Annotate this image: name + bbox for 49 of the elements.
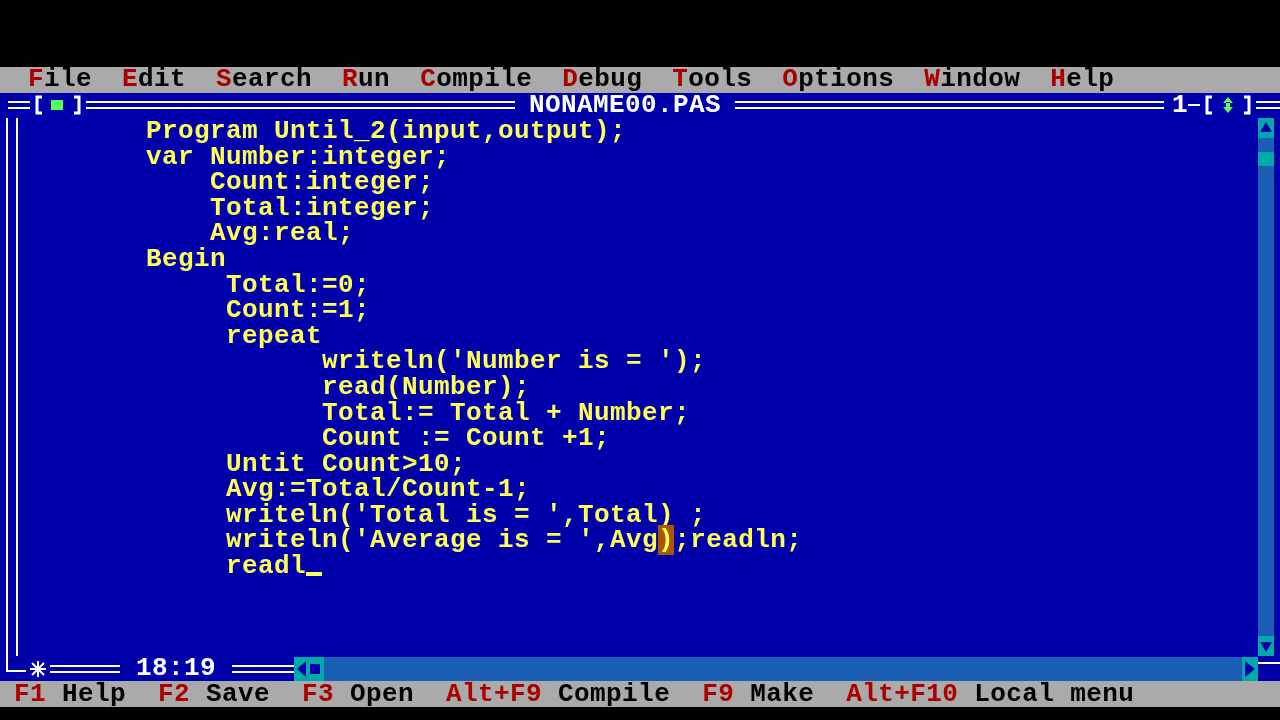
status-shortcut[interactable]: F2 Save bbox=[158, 681, 271, 707]
code-line: writeln('Total is = ',Total) ; bbox=[225, 502, 707, 527]
status-shortcut[interactable]: Alt+F9 Compile bbox=[446, 681, 671, 707]
code-line: Begin bbox=[145, 246, 227, 271]
code-line: Count:integer; bbox=[209, 170, 435, 195]
menu-item[interactable]: Search bbox=[216, 67, 313, 93]
frame-line bbox=[1188, 104, 1200, 107]
window-title: NONAME00.PAS bbox=[529, 92, 722, 118]
code-line: Program Until_2(input,output); bbox=[145, 119, 627, 143]
code-line: Avg:=Total/Count-1; bbox=[225, 477, 531, 502]
code-line: Total:integer; bbox=[209, 195, 435, 220]
status-shortcut[interactable]: F9 Make bbox=[702, 681, 815, 707]
code-line: Total:= Total + Number; bbox=[321, 400, 691, 425]
menu-item[interactable]: Tools bbox=[672, 67, 753, 93]
code-line: Count := Count +1; bbox=[321, 426, 611, 451]
code-line: Untit Count>10; bbox=[225, 451, 467, 476]
menu-item[interactable]: File bbox=[28, 67, 93, 93]
vertical-scrollbar[interactable] bbox=[1258, 118, 1274, 656]
horizontal-scrollbar[interactable] bbox=[294, 656, 1258, 681]
code-line: read(Number); bbox=[321, 374, 531, 399]
zoom-icon[interactable] bbox=[1204, 95, 1252, 116]
frame-line bbox=[8, 101, 30, 110]
cursor-position: 18:19 bbox=[135, 656, 217, 682]
menu-item[interactable]: Debug bbox=[562, 67, 643, 93]
status-shortcut[interactable]: F3 Open bbox=[302, 681, 415, 707]
code-line: Total:=0; bbox=[225, 272, 371, 297]
frame-line bbox=[232, 664, 294, 673]
frame-corner bbox=[6, 653, 26, 672]
menu-item[interactable]: Edit bbox=[122, 67, 187, 93]
code-line: writeln('Number is = '); bbox=[321, 349, 707, 374]
menu-item[interactable]: Options bbox=[782, 67, 895, 93]
menu-item[interactable]: Compile bbox=[420, 67, 533, 93]
frame-line bbox=[1256, 101, 1280, 110]
menu-item[interactable]: Window bbox=[924, 67, 1021, 93]
menu-item[interactable]: Help bbox=[1050, 67, 1115, 93]
scroll-thumb[interactable] bbox=[1258, 152, 1274, 167]
status-shortcut[interactable]: F1 Help bbox=[14, 681, 127, 707]
bracket-highlight: ) bbox=[658, 525, 675, 556]
menu-item[interactable]: Run bbox=[342, 67, 391, 93]
code-line: Count:=1; bbox=[225, 298, 371, 323]
frame-line bbox=[50, 664, 120, 673]
code-line: Avg:real; bbox=[210, 221, 355, 246]
code-line: readl bbox=[225, 554, 307, 579]
close-icon[interactable] bbox=[34, 95, 82, 116]
code-line: writeln('Average is = ',Avg);readln; bbox=[225, 528, 803, 553]
code-line: repeat bbox=[225, 323, 323, 348]
status-shortcut[interactable]: Alt+F10 Local menu bbox=[846, 681, 1135, 707]
code-line: var Number:integer; bbox=[145, 144, 451, 169]
window-number: 1 bbox=[1171, 92, 1188, 118]
